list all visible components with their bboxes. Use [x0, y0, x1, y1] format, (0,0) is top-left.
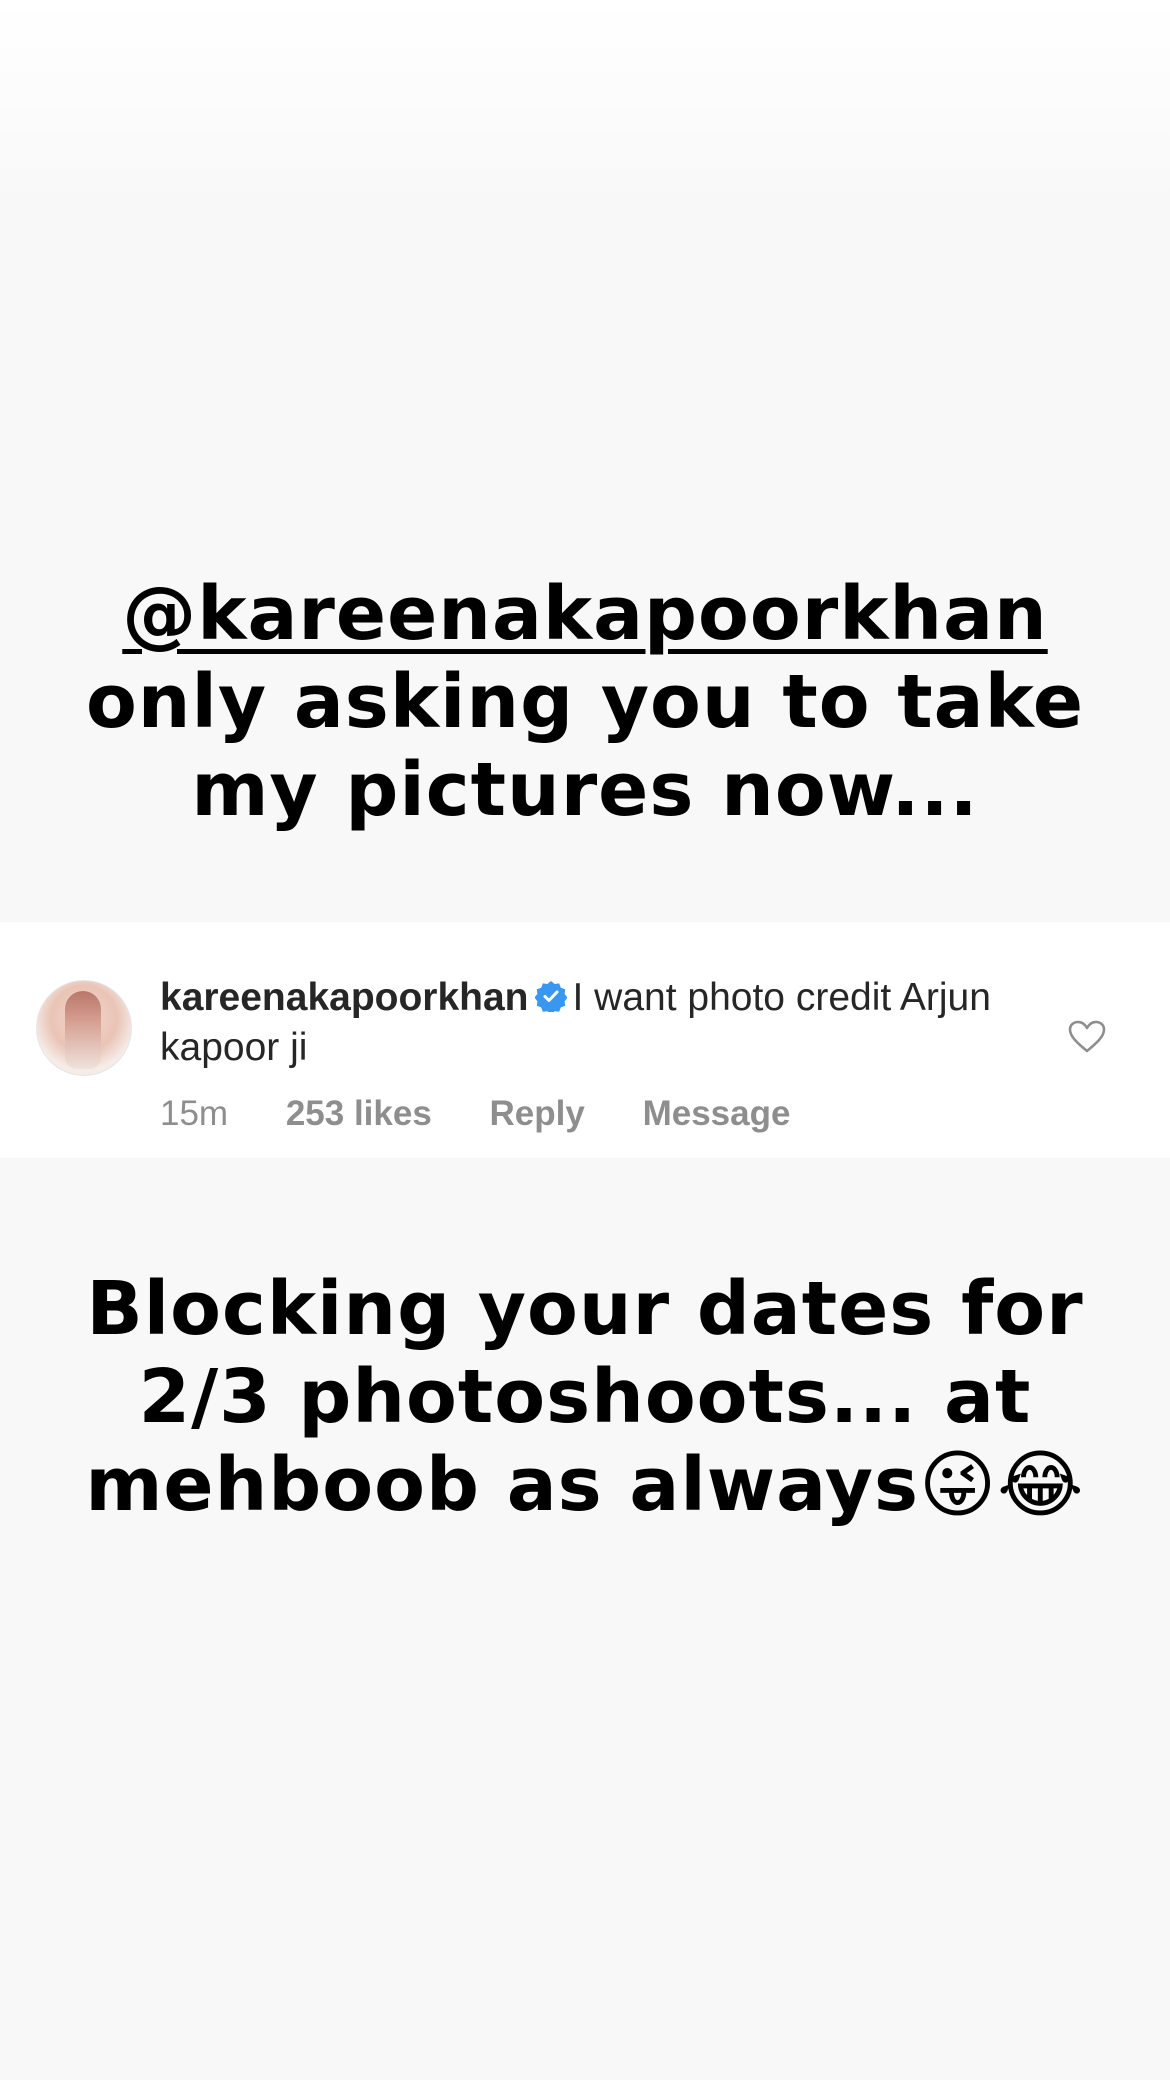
heart-icon[interactable]	[1068, 1020, 1106, 1054]
reply-button[interactable]: Reply	[490, 1094, 585, 1133]
comment-body: kareenakapoorkhan I want photo credit Ar…	[160, 974, 1020, 1072]
comment-card: kareenakapoorkhan I want photo credit Ar…	[0, 922, 1170, 1158]
story-caption-top: @kareenakapoorkhan only asking you to ta…	[0, 570, 1170, 834]
avatar[interactable]	[36, 980, 132, 1076]
mention-link[interactable]: @kareenakapoorkhan	[122, 571, 1047, 657]
comment-meta: 15m 253 likes Reply Message	[160, 1094, 838, 1134]
caption-line: Blocking your dates for	[86, 1266, 1084, 1352]
verified-badge-icon	[533, 976, 568, 1024]
message-button[interactable]: Message	[643, 1094, 791, 1133]
caption-line: mehboob as always😜😂	[85, 1442, 1085, 1528]
likes-count[interactable]: 253 likes	[286, 1094, 432, 1133]
caption-line: my pictures now...	[191, 747, 979, 833]
caption-line: 2/3 photoshoots... at	[138, 1354, 1032, 1440]
story-background-top	[0, 0, 1170, 210]
avatar-photo	[65, 991, 101, 1069]
comment-username[interactable]: kareenakapoorkhan	[160, 976, 529, 1019]
comment-time: 15m	[160, 1094, 229, 1133]
story-caption-bottom: Blocking your dates for 2/3 photoshoots.…	[0, 1265, 1170, 1529]
caption-line: only asking you to take	[85, 659, 1085, 745]
